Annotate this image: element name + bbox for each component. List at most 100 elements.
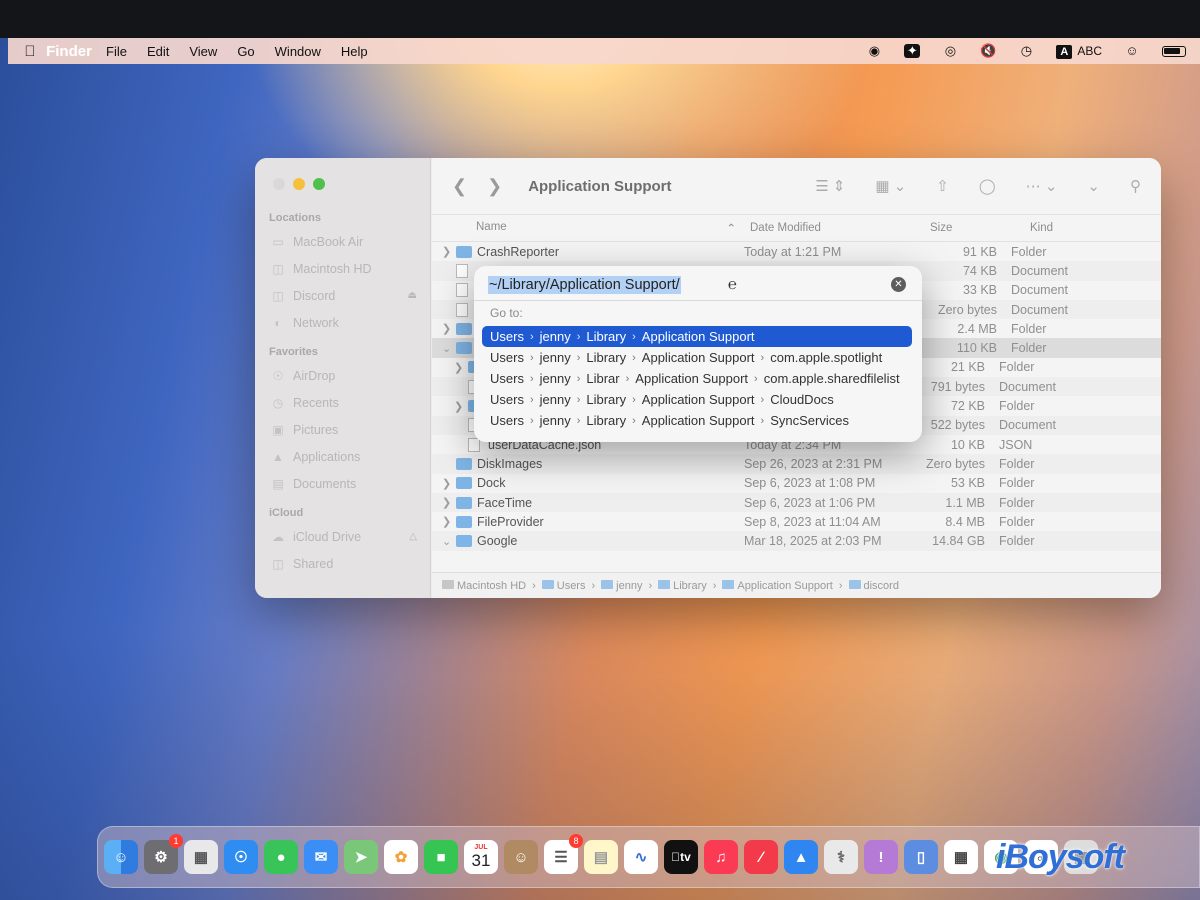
sidebar-item-network[interactable]: ◐ Network: [255, 309, 431, 336]
column-size[interactable]: Size: [924, 222, 1024, 234]
feedback-icon[interactable]: !: [864, 840, 898, 874]
table-row[interactable]: ❯ Dock Sep 6, 2023 at 1:08 PM 53 KB Folder: [432, 474, 1161, 493]
table-row[interactable]: ❯ FileProvider Sep 8, 2023 at 11:04 AM 8.4 …: [432, 512, 1161, 531]
contacts-icon[interactable]: ☺: [504, 840, 538, 874]
news-icon[interactable]: ∕: [744, 840, 778, 874]
disclosure-chevron-icon[interactable]: ❯: [454, 400, 468, 413]
time-machine-icon[interactable]: ◷: [1018, 44, 1034, 58]
sidebar-item-recents[interactable]: ◷ Recents: [255, 389, 431, 416]
reminders-icon[interactable]: ☰ 8: [544, 834, 583, 874]
disclosure-chevron-icon[interactable]: ❯: [442, 477, 456, 490]
menu-app-finder[interactable]: Finder: [46, 34, 92, 68]
suggestion-item-selected[interactable]: Users › jenny › Library › Application Suppo…: [482, 326, 912, 347]
menu-edit[interactable]: Edit: [147, 44, 169, 59]
launchpad-icon[interactable]: ▦: [184, 840, 218, 874]
go-to-path-input[interactable]: ~/Library/Application Support/ ℮: [488, 270, 908, 300]
path-item-application-support[interactable]: Application Support: [722, 579, 833, 592]
path-item-library[interactable]: Library: [658, 579, 707, 592]
maps-icon[interactable]: ➤: [344, 840, 378, 874]
suggestion-item[interactable]: Users › jenny › Library › Application Suppo…: [482, 389, 912, 410]
column-date-modified[interactable]: Date Modified: [744, 222, 924, 234]
group-by-icon[interactable]: ▦ ⌄: [875, 177, 906, 195]
notification-bell-icon[interactable]: ◉: [866, 44, 882, 58]
path-item-macintosh-hd[interactable]: Macintosh HD: [442, 579, 526, 592]
sidebar-item-macbook-air[interactable]: ▭ MacBook Air: [255, 228, 431, 255]
back-chevron-icon[interactable]: ❮: [452, 176, 467, 197]
app-store-icon[interactable]: ▲: [784, 840, 818, 874]
share-icon[interactable]: ⇧: [936, 177, 949, 195]
disclosure-chevron-icon[interactable]: ❯: [442, 245, 456, 258]
disclosure-expanded-icon[interactable]: ⌄: [442, 342, 456, 355]
path-input-value: ~/Library/Application Support/: [488, 276, 681, 294]
tag-icon[interactable]: ◯: [979, 177, 996, 195]
sidebar-item-pictures[interactable]: ▣ Pictures: [255, 416, 431, 443]
calendar-icon[interactable]: JUL 31: [464, 840, 498, 874]
suggestion-item[interactable]: Users › jenny › Library › Application Suppo…: [482, 347, 912, 368]
sidebar-item-applications[interactable]: ▲ Applications: [255, 443, 431, 470]
sparkle-app-icon[interactable]: ✦: [904, 44, 921, 58]
column-name[interactable]: Name ⌃: [432, 221, 744, 235]
zoom-window-button[interactable]: [313, 178, 325, 190]
path-item-jenny[interactable]: jenny: [601, 579, 642, 592]
suggestion-item[interactable]: Users › jenny › Librar › Application Suppor…: [482, 368, 912, 389]
sidebar-item-shared[interactable]: ◫ Shared: [255, 550, 431, 577]
folder-icon: [456, 342, 472, 355]
sidebar-item-macintosh-hd[interactable]: ◫ Macintosh HD: [255, 255, 431, 282]
folder-icon: [541, 579, 554, 589]
expand-toolbar-icon[interactable]: ⌄: [1087, 177, 1100, 195]
freeform-icon[interactable]: ∿: [624, 840, 658, 874]
table-row[interactable]: ❯ FaceTime Sep 6, 2023 at 1:06 PM 1.1 MB Fol…: [432, 492, 1161, 513]
messages-icon[interactable]: ●: [264, 840, 298, 874]
disk-utility-icon[interactable]: ⚕: [824, 840, 858, 874]
finder-icon[interactable]: ☺: [104, 840, 138, 874]
system-settings-icon[interactable]: ⚙ 1: [144, 834, 183, 874]
safari-icon[interactable]: ☉: [224, 840, 258, 874]
mail-icon[interactable]: ✉: [304, 840, 338, 874]
facetime-icon[interactable]: ■: [424, 840, 458, 874]
vpn-icon[interactable]: ◎: [942, 44, 958, 58]
path-item-discord[interactable]: discord: [848, 579, 899, 592]
clear-input-button[interactable]: ✕: [891, 277, 906, 292]
table-row[interactable]: DiskImages Sep 26, 2023 at 2:31 PM Zero by…: [432, 454, 1161, 474]
list-view-icon[interactable]: ☰ ⇕: [815, 177, 845, 195]
table-row[interactable]: ❯ CrashReporter Today at 1:21 PM 91 KB Folde…: [432, 242, 1161, 261]
table-row[interactable]: ⌄ Google Mar 18, 2025 at 2:03 PM 14.84 GB Fo…: [432, 531, 1161, 551]
search-icon[interactable]: ⚲: [1130, 177, 1141, 195]
menu-go[interactable]: Go: [237, 44, 254, 59]
menu-file[interactable]: File: [106, 44, 127, 59]
path-item-users[interactable]: Users: [541, 579, 585, 592]
disclosure-expanded-icon[interactable]: ⌄: [442, 535, 456, 548]
sidebar-item-airdrop[interactable]: ☉ AirDrop: [255, 362, 431, 389]
photos-icon[interactable]: ✿: [384, 840, 418, 874]
sidebar-item-label: MacBook Air: [293, 234, 364, 249]
forward-chevron-icon[interactable]: ❯: [487, 176, 502, 197]
sidebar-item-icloud-drive[interactable]: ☁ iCloud Drive △: [255, 523, 431, 550]
apple-tv-icon[interactable]: tv: [664, 840, 698, 874]
menu-help[interactable]: Help: [341, 44, 368, 59]
disclosure-chevron-icon[interactable]: ❯: [442, 322, 456, 335]
notes-icon[interactable]: ▤: [584, 840, 618, 874]
suggestion-item[interactable]: Users › jenny › Library › Application Suppo…: [482, 410, 912, 431]
more-actions-icon[interactable]: ⋯ ⌄: [1026, 177, 1058, 195]
disclosure-chevron-icon[interactable]: ❯: [442, 496, 456, 509]
sidebar-item-documents[interactable]: ▤ Documents: [255, 470, 431, 497]
disclosure-chevron-icon[interactable]: ❯: [442, 515, 456, 528]
minimize-window-button[interactable]: [293, 178, 305, 190]
menu-view[interactable]: View: [189, 44, 217, 59]
user-account-icon[interactable]: ☺: [1124, 44, 1140, 58]
text-cursor-icon: ℮: [728, 276, 738, 293]
column-kind[interactable]: Kind: [1024, 222, 1144, 234]
music-icon[interactable]: ♫: [704, 840, 738, 874]
sidebar-item-discord[interactable]: ◫ Discord ⏏: [255, 282, 431, 309]
app-icon[interactable]: ▦: [944, 840, 978, 874]
iphone-mirroring-icon[interactable]: ▯: [904, 840, 938, 874]
close-window-button[interactable]: [273, 178, 285, 190]
eject-icon[interactable]: ⏏: [408, 290, 417, 301]
disclosure-chevron-icon[interactable]: ❯: [454, 361, 468, 374]
mute-speaker-icon[interactable]: 🔇: [980, 44, 996, 58]
battery-icon[interactable]: [1162, 45, 1186, 57]
path-chevron-icon: ›: [632, 414, 636, 427]
menu-window[interactable]: Window: [275, 44, 321, 59]
path-chevron-icon: ›: [529, 393, 534, 406]
input-source-menu[interactable]: A ABC: [1056, 44, 1102, 59]
